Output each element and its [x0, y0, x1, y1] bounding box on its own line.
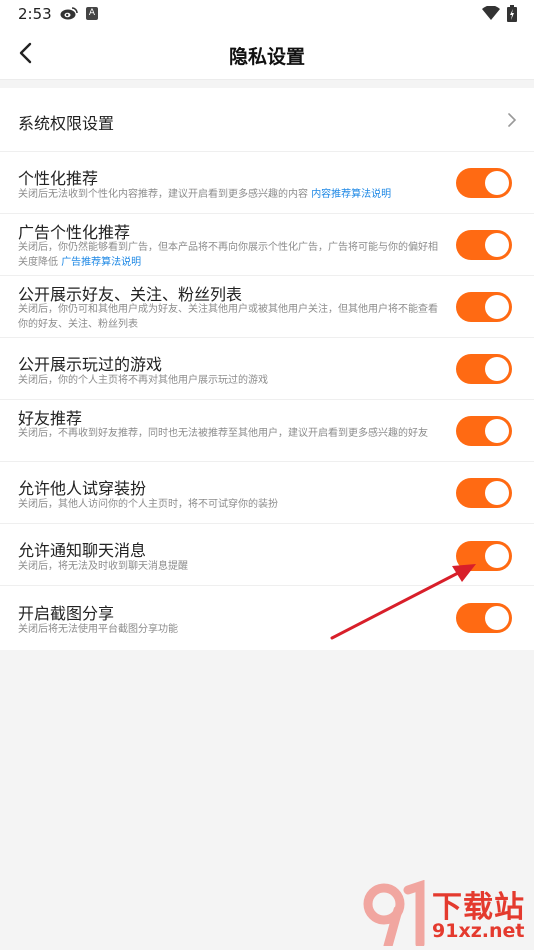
section-gap [0, 80, 534, 88]
allow-try-on-toggle[interactable] [456, 478, 512, 508]
row-show-played-games: 公开展示玩过的游戏 关闭后，你的个人主页将不再对其他用户展示玩过的游戏 [0, 338, 534, 400]
personalized-recommendation-toggle[interactable] [456, 168, 512, 198]
row-title: 个性化推荐 [18, 169, 99, 188]
row-show-friends-list: 公开展示好友、关注、粉丝列表 关闭后，你仍可和其他用户成为好友、关注其他用户或被… [0, 276, 534, 338]
content-algorithm-link[interactable]: 内容推荐算法说明 [311, 189, 391, 200]
toggle-knob [485, 419, 509, 443]
show-friends-list-toggle[interactable] [456, 292, 512, 322]
row-title: 允许通知聊天消息 [18, 541, 147, 560]
row-description: 关闭后，将无法及时收到聊天消息提醒 [18, 561, 188, 572]
description-text: 关闭后无法收到个性化内容推荐，建议开启看到更多感兴趣的内容 [18, 189, 308, 200]
weibo-icon [60, 7, 78, 20]
row-description: 关闭后，你仍可和其他用户成为好友、关注其他用户或被其他用户关注，但其他用户将不能… [18, 304, 438, 330]
allow-chat-notifications-toggle[interactable] [456, 541, 512, 571]
row-description: 关闭后，不再收到好友推荐，同时也无法被推荐至其他用户，建议开启看到更多感兴趣的好… [18, 428, 428, 439]
screenshot-share-toggle[interactable] [456, 603, 512, 633]
toggle-knob [485, 481, 509, 505]
toggle-knob [485, 171, 509, 195]
toggle-knob [485, 544, 509, 568]
row-ad-personalization: 广告个性化推荐 关闭后，你仍然能够看到广告，但本产品将不再向你展示个性化广告，广… [0, 214, 534, 276]
friend-recommendation-toggle[interactable] [456, 416, 512, 446]
row-title: 开启截图分享 [18, 604, 115, 623]
toggle-knob [485, 295, 509, 319]
row-screenshot-share: 开启截图分享 关闭后将无法使用平台截图分享功能 [0, 586, 534, 650]
row-title: 允许他人试穿装扮 [18, 479, 147, 498]
nav-bar: 隐私设置 [0, 28, 534, 80]
row-description: 关闭后，你仍然能够看到广告，但本产品将不再向你展示个性化广告，广告将可能与你的偏… [18, 240, 438, 270]
row-allow-try-on: 允许他人试穿装扮 关闭后，其他人访问你的个人主页时，将不可试穿你的装扮 [0, 462, 534, 524]
row-allow-chat-notifications: 允许通知聊天消息 关闭后，将无法及时收到聊天消息提醒 [0, 524, 534, 586]
page-title: 隐私设置 [228, 46, 305, 68]
row-title: 公开展示玩过的游戏 [18, 355, 163, 374]
status-bar: 2:53 A [0, 0, 534, 28]
row-title: 系统权限设置 [18, 114, 115, 133]
ad-algorithm-link[interactable]: 广告推荐算法说明 [61, 257, 141, 268]
status-time: 2:53 [18, 5, 52, 23]
row-friend-recommendation: 好友推荐 关闭后，不再收到好友推荐，同时也无法被推荐至其他用户，建议开启看到更多… [0, 400, 534, 462]
ad-personalization-toggle[interactable] [456, 230, 512, 260]
toggle-knob [485, 233, 509, 257]
show-played-games-toggle[interactable] [456, 354, 512, 384]
row-system-permissions[interactable]: 系统权限设置 [0, 88, 534, 152]
toggle-knob [485, 357, 509, 381]
watermark-url: 91xz.net [432, 920, 525, 942]
settings-list: 系统权限设置 个性化推荐 关闭后无法收到个性化内容推荐，建议开启看到更多感兴趣的… [0, 88, 534, 650]
battery-icon [507, 5, 517, 22]
a-app-icon: A [86, 7, 98, 20]
91-logo-icon [363, 880, 425, 946]
row-description: 关闭后，你的个人主页将不再对其他用户展示玩过的游戏 [18, 375, 268, 386]
row-description: 关闭后无法收到个性化内容推荐，建议开启看到更多感兴趣的内容 内容推荐算法说明 [18, 187, 438, 202]
row-description: 关闭后将无法使用平台截图分享功能 [18, 624, 178, 635]
chevron-right-icon [508, 113, 517, 127]
row-description: 关闭后，其他人访问你的个人主页时，将不可试穿你的装扮 [18, 499, 278, 510]
wifi-icon [482, 6, 500, 20]
toggle-knob [485, 606, 509, 630]
row-personalized-recommendation: 个性化推荐 关闭后无法收到个性化内容推荐，建议开启看到更多感兴趣的内容 内容推荐… [0, 152, 534, 214]
watermark-logo: 下载站 91xz.net [362, 880, 534, 950]
